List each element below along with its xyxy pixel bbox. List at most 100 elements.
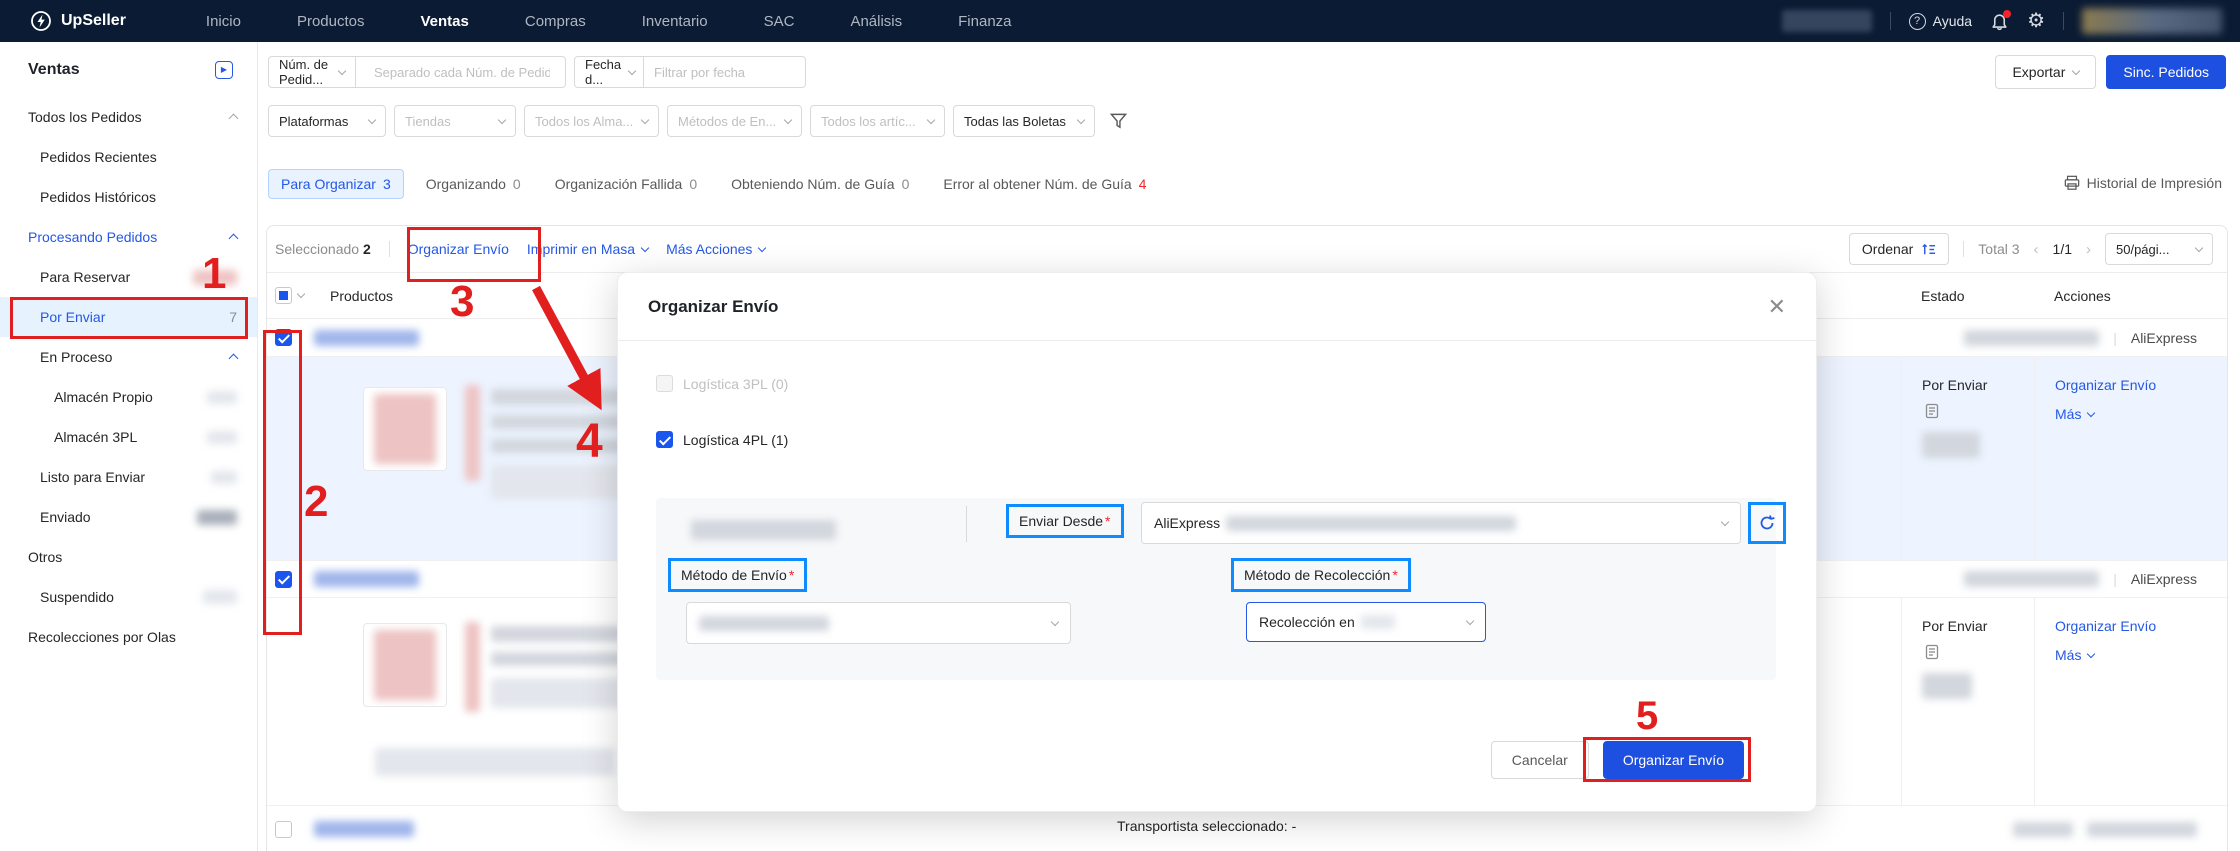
- platforms-select[interactable]: Plataformas: [268, 105, 386, 137]
- logistics-4pl-checkbox[interactable]: [656, 431, 673, 448]
- tab-error-guia[interactable]: Error al obtener Núm. de Guía4: [931, 170, 1158, 198]
- stores-select[interactable]: Tiendas: [394, 105, 516, 137]
- nav-item-inicio[interactable]: Inicio: [206, 13, 241, 30]
- ship-method-select[interactable]: [686, 602, 1071, 644]
- sidebar-item-enviado[interactable]: Enviado: [0, 497, 257, 537]
- row-more-link[interactable]: Más: [2055, 406, 2227, 422]
- sidebar-item-procesando-pedidos[interactable]: Procesando Pedidos: [0, 217, 257, 257]
- notifications-button[interactable]: [1990, 12, 2009, 31]
- nav-item-analisis[interactable]: Análisis: [850, 13, 902, 30]
- shipment-panel: Enviar Desde* AliExpress Método de Envío…: [656, 498, 1776, 680]
- more-actions-link[interactable]: Más Acciones: [666, 241, 765, 257]
- tab-organizacion-fallida[interactable]: Organización Fallida0: [543, 170, 709, 198]
- sidebar-item-pedidos-recientes[interactable]: Pedidos Recientes: [0, 137, 257, 177]
- tab-obteniendo-guia[interactable]: Obteniendo Núm. de Guía0: [719, 170, 921, 198]
- column-header-acciones: Acciones: [2034, 288, 2227, 304]
- order-number-type-select[interactable]: Núm. de Pedid...: [268, 56, 356, 88]
- modal-title: Organizar Envío: [648, 297, 778, 317]
- row-more-link[interactable]: Más: [2055, 647, 2227, 663]
- modal-organize-shipment-button[interactable]: Organizar Envío: [1603, 741, 1744, 779]
- warehouses-select[interactable]: Todos los Alma...: [524, 105, 659, 137]
- logistics-3pl-checkbox[interactable]: [656, 375, 673, 392]
- help-icon: ?: [1909, 13, 1926, 30]
- select-all-checkbox[interactable]: [275, 287, 292, 304]
- receipts-select[interactable]: Todas las Boletas: [953, 105, 1095, 137]
- sidebar-item-todos-los-pedidos[interactable]: Todos los Pedidos: [0, 97, 257, 137]
- sidebar-item-almacen-3pl[interactable]: Almacén 3PL: [0, 417, 257, 457]
- order-search-input[interactable]: [374, 65, 550, 80]
- redacted-text: [1361, 615, 1395, 629]
- tab-organizando[interactable]: Organizando0: [414, 170, 533, 198]
- sidebar-item-para-reservar[interactable]: Para Reservar: [0, 257, 257, 297]
- notification-badge: [2003, 10, 2011, 18]
- page-size-select[interactable]: 50/pági...: [2105, 233, 2213, 265]
- refresh-icon[interactable]: [1758, 514, 1776, 532]
- platform-label: AliExpress: [2131, 330, 2197, 346]
- chevron-down-icon: [641, 243, 649, 251]
- next-page-button[interactable]: ›: [2086, 241, 2091, 258]
- shipping-methods-select[interactable]: Métodos de En...: [667, 105, 802, 137]
- redacted-order-number: [314, 571, 419, 587]
- filter-funnel-icon[interactable]: [1109, 112, 1128, 131]
- date-filter-input[interactable]: [654, 65, 830, 80]
- divider: [1963, 241, 1964, 257]
- nav-item-inventario[interactable]: Inventario: [642, 13, 708, 30]
- order-checkbox[interactable]: [275, 329, 292, 346]
- chevron-down-icon: [641, 115, 649, 123]
- collapse-sidebar-icon[interactable]: ▶: [215, 61, 233, 79]
- prev-page-button[interactable]: ‹: [2034, 241, 2039, 258]
- export-button[interactable]: Exportar: [1995, 55, 2096, 89]
- document-icon[interactable]: [1924, 644, 1940, 660]
- settings-button[interactable]: ⚙: [2027, 11, 2045, 31]
- redacted-text: [2013, 822, 2073, 837]
- bulk-toolbar: Seleccionado 2 Organizar Envío Imprimir …: [267, 226, 2227, 273]
- nav-item-compras[interactable]: Compras: [525, 13, 586, 30]
- sort-button[interactable]: Ordenar: [1849, 233, 1949, 265]
- pickup-method-select[interactable]: Recolección en: [1246, 602, 1486, 642]
- sync-orders-button[interactable]: Sinc. Pedidos: [2106, 55, 2226, 89]
- articles-select[interactable]: Todos los artíc...: [810, 105, 945, 137]
- redacted-product-image: [374, 394, 436, 464]
- date-type-select[interactable]: Fecha d...: [574, 56, 644, 88]
- print-history-link[interactable]: Historial de Impresión: [2064, 175, 2222, 191]
- sidebar-item-recolecciones-por-olas[interactable]: Recolecciones por Olas: [0, 617, 257, 657]
- document-icon[interactable]: [1924, 403, 1940, 419]
- redacted-count: [203, 590, 237, 604]
- row-organize-shipment-link[interactable]: Organizar Envío: [2055, 377, 2227, 393]
- nav-item-finanza[interactable]: Finanza: [958, 13, 1011, 30]
- cancel-button[interactable]: Cancelar: [1491, 741, 1589, 779]
- selected-count: Seleccionado 2: [275, 241, 371, 257]
- row-organize-shipment-link[interactable]: Organizar Envío: [2055, 618, 2227, 634]
- redacted-count: [211, 471, 237, 484]
- sidebar-item-almacen-propio[interactable]: Almacén Propio: [0, 377, 257, 417]
- redacted-order-number: [314, 821, 414, 837]
- help-button[interactable]: ? Ayuda: [1909, 13, 1972, 30]
- chevron-down-icon: [2195, 243, 2203, 251]
- chevron-down-icon: [368, 115, 376, 123]
- sidebar-item-suspendido[interactable]: Suspendido: [0, 577, 257, 617]
- redacted-text: [375, 748, 615, 776]
- order-checkbox[interactable]: [275, 821, 292, 838]
- redacted-count: [197, 510, 237, 525]
- sidebar-item-pedidos-historicos[interactable]: Pedidos Históricos: [0, 177, 257, 217]
- bulk-print-link[interactable]: Imprimir en Masa: [527, 241, 648, 257]
- ship-from-select[interactable]: AliExpress: [1141, 502, 1741, 544]
- close-icon[interactable]: ✕: [1768, 296, 1786, 318]
- sidebar-item-otros[interactable]: Otros: [0, 537, 257, 577]
- redacted-text: [465, 622, 480, 712]
- nav-item-productos[interactable]: Productos: [297, 13, 365, 30]
- sort-icon: [1921, 242, 1936, 257]
- organize-shipment-bulk-link[interactable]: Organizar Envío: [408, 241, 509, 257]
- nav-item-ventas[interactable]: Ventas: [421, 13, 469, 30]
- order-group-header: Transportista seleccionado: -: [267, 806, 2227, 851]
- chevron-down-icon[interactable]: [297, 290, 305, 298]
- order-checkbox[interactable]: [275, 571, 292, 588]
- column-header-estado: Estado: [1901, 288, 2034, 304]
- tab-para-organizar[interactable]: Para Organizar3: [268, 169, 404, 199]
- sidebar-item-listo-para-enviar[interactable]: Listo para Enviar: [0, 457, 257, 497]
- sidebar-item-por-enviar[interactable]: Por Enviar 7: [0, 297, 257, 337]
- sidebar-item-en-proceso[interactable]: En Proceso: [0, 337, 257, 377]
- chevron-down-icon: [498, 115, 506, 123]
- nav-item-sac[interactable]: SAC: [764, 13, 795, 30]
- brand[interactable]: UpSeller: [30, 10, 126, 32]
